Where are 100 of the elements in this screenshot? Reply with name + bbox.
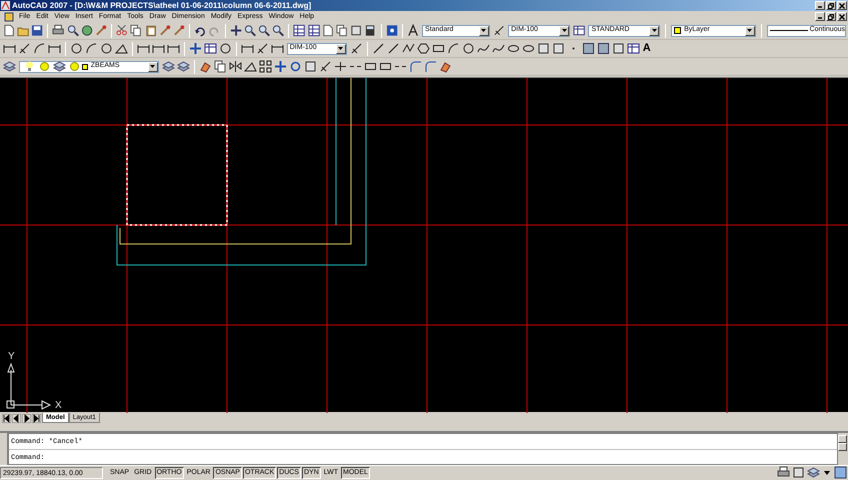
triangle-icon[interactable]: [114, 42, 128, 55]
trim-icon[interactable]: [334, 60, 347, 73]
hatch-icon[interactable]: [582, 42, 595, 55]
scissors-icon[interactable]: [116, 24, 128, 37]
restore-button[interactable]: [826, 1, 836, 10]
fillet-icon[interactable]: [408, 60, 422, 73]
eraser-icon[interactable]: [438, 60, 452, 73]
aligned-dimension-icon[interactable]: [18, 42, 31, 55]
polyline-icon[interactable]: [402, 42, 415, 55]
clean-screen-icon[interactable]: [834, 466, 847, 479]
circle-icon[interactable]: [70, 42, 83, 55]
dropdown-arrow-icon: [150, 65, 156, 68]
aligned-dimension-icon[interactable]: [492, 24, 506, 37]
copy-icon[interactable]: [130, 24, 143, 37]
dimension-icon[interactable]: [48, 42, 61, 55]
minimize-button[interactable]: [815, 1, 825, 10]
dimension-icon[interactable]: [270, 42, 284, 55]
close-button[interactable]: [837, 1, 847, 10]
layers-icon[interactable]: [807, 466, 820, 479]
arc-icon[interactable]: [446, 42, 460, 55]
previous-tab-icon[interactable]: [12, 414, 21, 423]
line-icon[interactable]: [372, 42, 385, 55]
arc-icon[interactable]: [84, 42, 98, 55]
dropdown-arrow-icon: [747, 29, 752, 32]
dimension-icon[interactable]: [2, 42, 16, 55]
new-file-icon[interactable]: [2, 24, 15, 37]
restore-button[interactable]: [826, 12, 836, 21]
mirror-icon[interactable]: [228, 60, 242, 73]
hatch-icon[interactable]: [596, 42, 610, 55]
brush-icon[interactable]: [158, 24, 171, 37]
hexagon-icon[interactable]: [416, 42, 430, 55]
pan-icon[interactable]: [230, 24, 242, 37]
color-swatch: [674, 27, 682, 34]
table-icon[interactable]: [204, 42, 217, 55]
drawing-file-icon[interactable]: [4, 12, 14, 22]
dimension-icon[interactable]: [152, 42, 165, 55]
arc-icon[interactable]: [32, 42, 46, 55]
line-icon[interactable]: [386, 42, 400, 55]
table-icon[interactable]: [626, 42, 640, 55]
eraser-icon[interactable]: [198, 60, 212, 73]
layers-icon[interactable]: [162, 60, 175, 73]
rotate-icon[interactable]: [288, 60, 302, 73]
calculator-icon[interactable]: [364, 24, 377, 37]
minimize-button[interactable]: [815, 12, 825, 21]
zoom-icon[interactable]: [272, 24, 284, 37]
aligned-dimension-icon[interactable]: [318, 60, 332, 73]
spline-icon[interactable]: [476, 42, 490, 55]
move-icon[interactable]: [188, 42, 202, 55]
next-tab-icon[interactable]: [22, 414, 31, 423]
rectangle-icon[interactable]: [364, 60, 377, 73]
zoom-icon[interactable]: [66, 24, 79, 37]
circle-icon[interactable]: [462, 42, 475, 55]
brush-icon[interactable]: [172, 24, 186, 37]
array-icon[interactable]: [258, 60, 272, 73]
dropdown-arrow-icon[interactable]: [824, 470, 830, 474]
dimension-icon[interactable]: [166, 42, 180, 55]
selected-rectangle[interactable]: [126, 124, 228, 226]
last-tab-icon[interactable]: [32, 414, 41, 423]
copy-icon[interactable]: [336, 24, 348, 37]
dimension-icon[interactable]: [136, 42, 150, 55]
globe-icon[interactable]: [80, 24, 93, 37]
aligned-dimension-icon[interactable]: [256, 42, 269, 55]
help-icon[interactable]: [386, 24, 398, 37]
multiline-text-button[interactable]: A: [642, 40, 651, 57]
layers-icon[interactable]: [52, 60, 66, 73]
printer-icon[interactable]: [52, 24, 65, 37]
aligned-dimension-icon[interactable]: [350, 42, 363, 55]
layers-icon[interactable]: [2, 60, 16, 73]
y-axis-label: Y: [8, 351, 15, 362]
ellipse-icon[interactable]: [522, 42, 535, 55]
zoom-icon[interactable]: [258, 24, 270, 37]
close-button[interactable]: [837, 12, 847, 21]
close-icon: [839, 2, 845, 8]
new-file-icon[interactable]: [322, 24, 334, 37]
spline-icon[interactable]: [492, 42, 505, 55]
fillet-icon[interactable]: [424, 60, 437, 73]
ellipse-icon[interactable]: [506, 42, 520, 55]
text-style-icon[interactable]: [406, 24, 420, 37]
dropdown-arrow-icon: [338, 47, 344, 50]
circle-icon[interactable]: [218, 42, 232, 55]
circle-icon[interactable]: [100, 42, 113, 55]
sun-icon[interactable]: [38, 60, 51, 73]
brush-icon[interactable]: [94, 24, 108, 37]
table-icon[interactable]: [573, 24, 586, 37]
drawing-canvas[interactable]: Y X: [0, 77, 848, 412]
dimension-icon[interactable]: [240, 42, 254, 55]
save-icon[interactable]: [31, 24, 44, 37]
scroll-down-button[interactable]: [838, 443, 847, 451]
zoom-icon[interactable]: [244, 24, 256, 37]
copy-icon[interactable]: [214, 60, 227, 73]
printer-icon[interactable]: [777, 466, 790, 479]
triangle-icon[interactable]: [244, 60, 257, 73]
clipboard-icon[interactable]: [144, 24, 157, 37]
move-icon[interactable]: [274, 60, 287, 73]
sun-icon[interactable]: [68, 60, 81, 73]
layers-icon[interactable]: [176, 60, 190, 73]
rectangle-icon[interactable]: [432, 42, 445, 55]
first-tab-icon[interactable]: [2, 414, 11, 423]
rectangle-icon[interactable]: [378, 60, 392, 73]
scroll-up-button[interactable]: [838, 435, 847, 443]
